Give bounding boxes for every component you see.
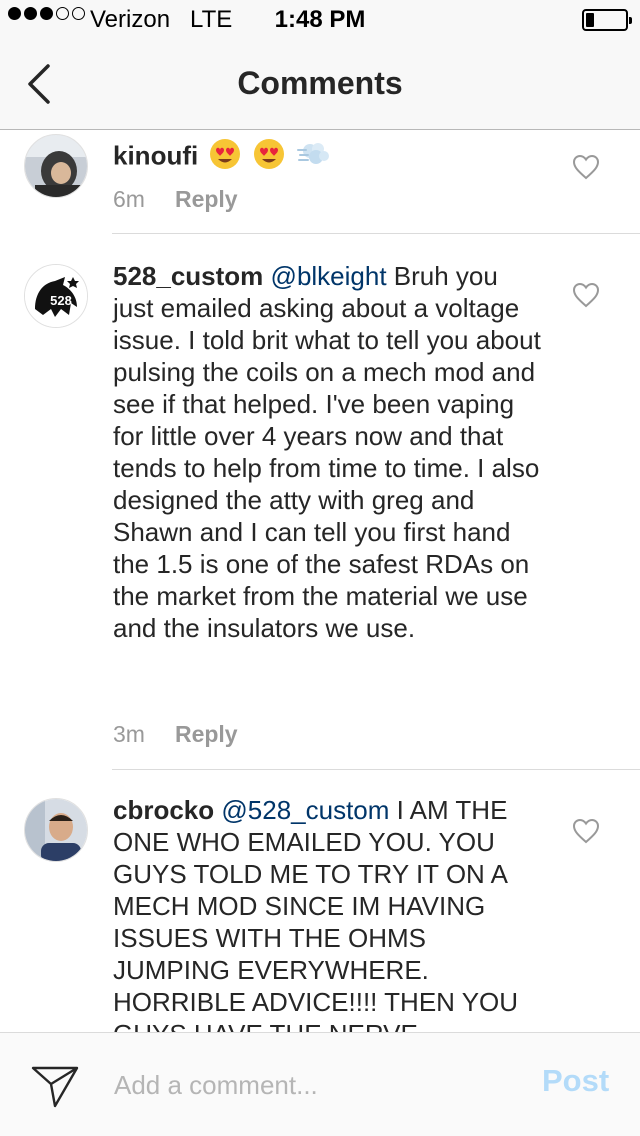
page-title: Comments: [237, 65, 403, 101]
back-button[interactable]: [18, 60, 66, 108]
battery-icon: [582, 9, 632, 31]
comment-body: Bruh you just emailed asking about a vol…: [113, 261, 541, 643]
status-time: 1:48 PM: [274, 6, 366, 33]
divider: [112, 233, 640, 234]
heart-icon[interactable]: [572, 282, 600, 308]
avatar[interactable]: [24, 134, 88, 198]
status-bar: Verizon LTE 1:48 PM: [0, 0, 640, 40]
comment-text: cbrocko @528_custom I AM THE ONE WHO EMA…: [113, 794, 545, 1032]
comment-meta: 3m Reply: [113, 721, 238, 748]
heart-icon[interactable]: [572, 154, 600, 180]
comment-body: I AM THE ONE WHO EMAILED YOU. YOU GUYS T…: [113, 795, 519, 1032]
avatar[interactable]: 528: [24, 264, 88, 328]
comment-input[interactable]: [114, 1065, 514, 1105]
comment-time: 6m: [113, 186, 145, 212]
comment-mention[interactable]: @528_custom: [221, 795, 389, 825]
comment-text: kinoufi: [113, 138, 545, 177]
heart-eyes-emoji: [253, 138, 285, 177]
comment-text: 528_custom @blkeight Bruh you just email…: [113, 260, 545, 644]
comment-meta: 6m Reply: [113, 186, 238, 213]
chevron-left-icon: [28, 64, 50, 104]
comment-username[interactable]: 528_custom: [113, 261, 263, 291]
heart-eyes-emoji: [209, 138, 241, 177]
dash-emoji: [296, 138, 330, 177]
comment-composer: Post: [0, 1032, 640, 1136]
paper-plane-icon[interactable]: [30, 1063, 80, 1109]
comment-username[interactable]: cbrocko: [113, 795, 214, 825]
avatar[interactable]: [24, 798, 88, 862]
navigation-bar: Comments: [0, 40, 640, 130]
heart-icon[interactable]: [572, 818, 600, 844]
reply-button[interactable]: Reply: [175, 186, 238, 213]
comment-mention[interactable]: @blkeight: [271, 261, 387, 291]
avatar-logo-text: 528: [50, 293, 72, 308]
comment-time: 3m: [113, 721, 145, 747]
reply-button[interactable]: Reply: [175, 721, 238, 748]
comment-username[interactable]: kinoufi: [113, 140, 198, 170]
divider: [112, 769, 640, 770]
comments-list[interactable]: kinoufi 6m Reply 528 528_custom @blkeigh…: [0, 130, 640, 1032]
post-button[interactable]: Post: [542, 1063, 609, 1099]
